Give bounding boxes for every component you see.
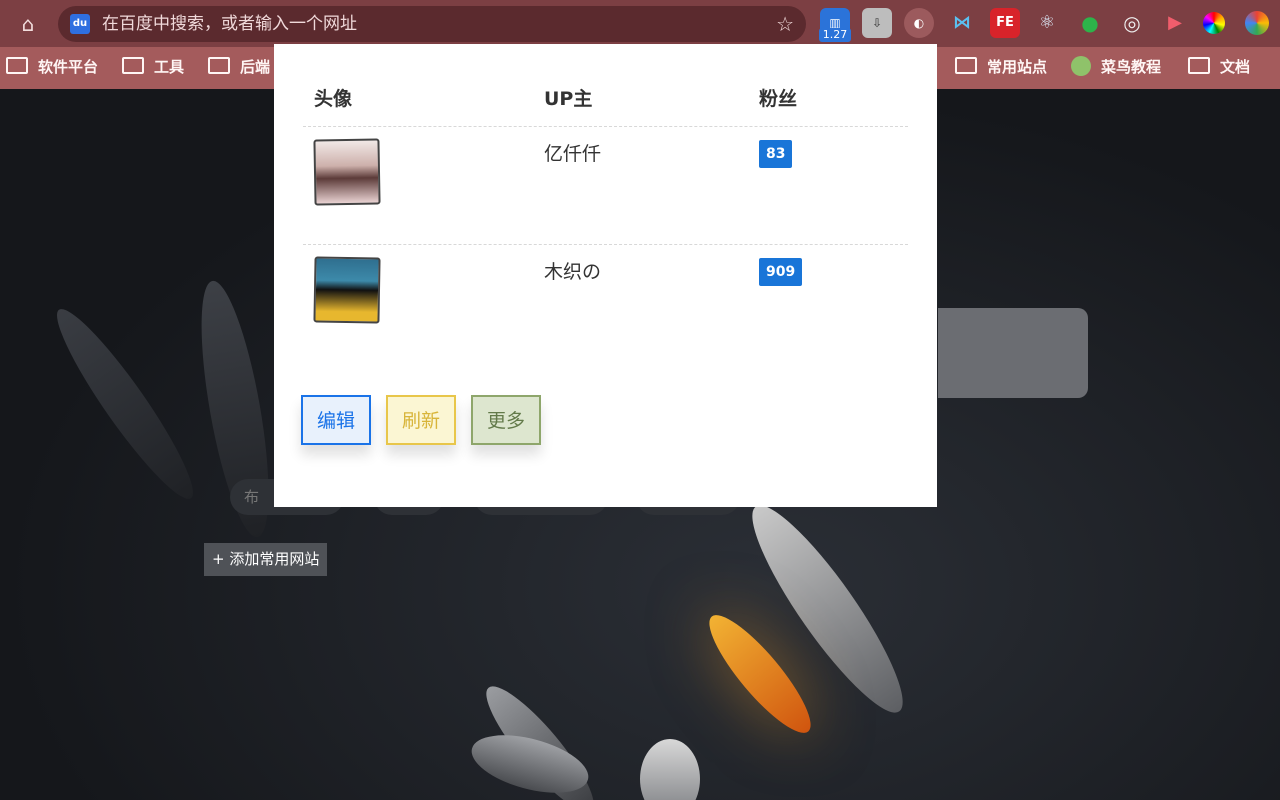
edit-button[interactable]: 编辑 (301, 395, 371, 445)
row-divider (303, 126, 908, 127)
bookmark-folder[interactable]: 文档 (1188, 47, 1250, 89)
target-extension-icon[interactable]: ◎ (1117, 8, 1147, 38)
koi-fish-image (42, 298, 208, 510)
bookmark-folder[interactable]: 常用站点 (955, 47, 1047, 89)
column-header-avatar: 头像 (314, 88, 353, 110)
react-extension-icon[interactable]: ⚛ (1032, 8, 1062, 38)
bookmark-folder[interactable]: 后端 (208, 47, 270, 89)
add-site-button[interactable]: + 添加常用网站 (204, 543, 328, 576)
folder-icon (122, 57, 144, 74)
search-box[interactable] (938, 308, 1088, 398)
chrome-circle-extension-icon[interactable] (1245, 11, 1269, 35)
column-header-up: UP主 (544, 88, 593, 110)
butterfly-extension-icon[interactable]: ⋈ (947, 8, 977, 38)
video-extension-icon[interactable]: ▶ (1160, 8, 1190, 38)
evernote-extension-icon[interactable]: ● (1075, 8, 1105, 38)
pie-extension-icon[interactable]: ◐ (904, 8, 934, 38)
folder-icon (1188, 57, 1210, 74)
avatar (313, 138, 381, 206)
color-wheel-extension-icon[interactable] (1203, 12, 1225, 34)
runoob-icon (1071, 55, 1091, 76)
fe-extension-icon[interactable]: FE (990, 8, 1020, 38)
bookmark-label: 菜鸟教程 (1101, 58, 1162, 76)
address-bar-placeholder: 在百度中搜索，或者输入一个网址 (102, 14, 357, 34)
folder-icon (955, 57, 977, 74)
refresh-button[interactable]: 刷新 (386, 395, 456, 445)
bookmark-label: 软件平台 (38, 58, 99, 76)
browser-toolbar: ⌂ du 在百度中搜索，或者输入一个网址 ☆ ▥ 1.27 ⇩ ◐ ⋈ FE ⚛… (0, 0, 1280, 47)
koi-fish-image (640, 739, 700, 800)
row-divider (303, 244, 908, 245)
fans-badge: 909 (759, 258, 803, 286)
download-extension-icon[interactable]: ⇩ (862, 8, 892, 38)
address-bar[interactable]: du 在百度中搜索，或者输入一个网址 ☆ (58, 6, 806, 42)
bookmark-folder[interactable]: 软件平台 (6, 47, 98, 89)
folder-icon (6, 57, 28, 74)
fans-badge: 83 (759, 140, 793, 168)
bookmark-label: 工具 (154, 58, 185, 76)
up-name[interactable]: 木织の (544, 257, 601, 284)
baidu-icon: du (70, 14, 90, 34)
extension-badge: 1.27 (819, 28, 851, 42)
bookmark-folder[interactable]: 工具 (122, 47, 184, 89)
bookmark-link[interactable]: 菜鸟教程 (1071, 47, 1161, 89)
shortcut-label: 布 (244, 488, 260, 506)
bookmark-label: 后端 (240, 58, 271, 76)
bookmark-label: 常用站点 (987, 58, 1048, 76)
avatar (313, 256, 381, 324)
column-header-fans: 粉丝 (759, 88, 798, 110)
home-icon[interactable]: ⌂ (14, 10, 42, 38)
bookmark-star-icon[interactable]: ☆ (776, 6, 794, 42)
more-button[interactable]: 更多 (471, 395, 541, 445)
up-name[interactable]: 亿仟仟 (544, 139, 601, 166)
folder-icon (208, 57, 230, 74)
bookmark-label: 文档 (1220, 58, 1251, 76)
